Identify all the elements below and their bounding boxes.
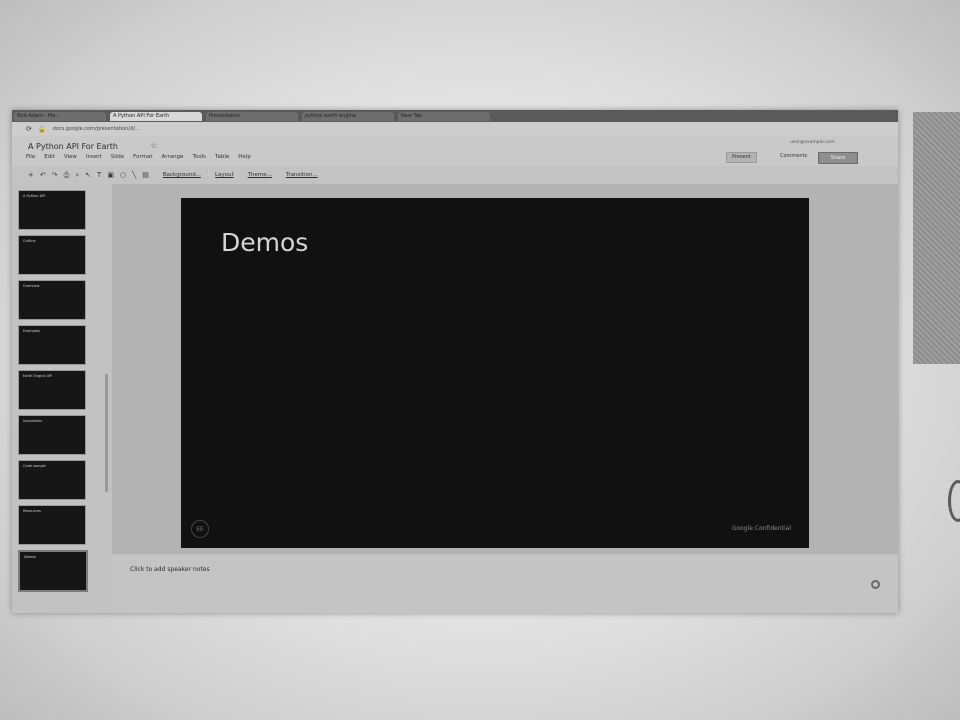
print-icon[interactable]: ⎙ bbox=[64, 171, 70, 180]
slide-thumbnail[interactable]: Outline bbox=[18, 235, 86, 275]
slide-canvas-area: Demos EE Google Confidential bbox=[112, 184, 898, 554]
slide-thumbnail[interactable]: Installation bbox=[18, 415, 86, 455]
thumbnail-title: Examples bbox=[23, 329, 41, 333]
slide-footer: Google Confidential bbox=[731, 525, 791, 532]
menu-file[interactable]: File bbox=[26, 154, 35, 160]
reload-icon[interactable]: ⟳ bbox=[26, 125, 32, 133]
workspace: A Python API Outline Overview Examples E… bbox=[12, 184, 898, 613]
user-account[interactable]: user@example.com bbox=[790, 140, 835, 145]
shape-icon[interactable]: ○ bbox=[120, 171, 126, 179]
speaker-notes-placeholder[interactable]: Click to add speaker notes bbox=[130, 566, 210, 573]
textbox-icon[interactable]: T bbox=[97, 171, 101, 179]
app-header: A Python API For Earth ☆ user@example.co… bbox=[12, 136, 898, 166]
browser-tab[interactable]: New Tab bbox=[398, 111, 490, 121]
menu-tools[interactable]: Tools bbox=[192, 154, 206, 160]
toolbar: + ↶ ↷ ⎙ ⌕ ↖ T ▣ ○ ╲ ▤ Background... Layo… bbox=[12, 166, 898, 184]
thumbnail-title: Demos bbox=[24, 555, 37, 559]
slide-title[interactable]: Demos bbox=[221, 228, 308, 257]
layout-button[interactable]: Layout bbox=[215, 172, 234, 178]
browser-tab[interactable]: python earth engine bbox=[302, 111, 394, 121]
menu-view[interactable]: View bbox=[64, 154, 77, 160]
address-bar: ⟳ 🔒 docs.google.com/presentation/d/... bbox=[12, 122, 898, 136]
slide-thumbnail[interactable]: Examples bbox=[18, 325, 86, 365]
speaker-notes-panel[interactable]: Click to add speaker notes bbox=[112, 554, 898, 613]
menu-help[interactable]: Help bbox=[238, 154, 251, 160]
menu-format[interactable]: Format bbox=[133, 154, 152, 160]
slide-filmstrip[interactable]: A Python API Outline Overview Examples E… bbox=[12, 184, 112, 613]
transition-button[interactable]: Transition... bbox=[286, 172, 318, 178]
slide-thumbnail[interactable]: Overview bbox=[18, 280, 86, 320]
star-icon[interactable]: ☆ bbox=[150, 141, 157, 150]
thumbnail-title: Earth Engine API bbox=[23, 374, 53, 378]
menu-arrange[interactable]: Arrange bbox=[162, 154, 184, 160]
slide-thumbnail[interactable]: Earth Engine API bbox=[18, 370, 86, 410]
slide-thumbnail[interactable]: Code sample bbox=[18, 460, 86, 500]
logo-icon: EE bbox=[191, 520, 209, 538]
document-title[interactable]: A Python API For Earth bbox=[28, 142, 118, 151]
undo-icon[interactable]: ↶ bbox=[40, 171, 46, 179]
new-slide-icon[interactable]: + bbox=[28, 171, 34, 179]
thumbnail-title: Overview bbox=[23, 284, 40, 288]
filmstrip-scrollbar[interactable] bbox=[105, 374, 108, 492]
menu-slide[interactable]: Slide bbox=[111, 154, 124, 160]
explore-icon[interactable] bbox=[871, 580, 880, 589]
line-icon[interactable]: ╲ bbox=[132, 171, 136, 179]
comment-icon[interactable]: ▤ bbox=[142, 171, 149, 179]
image-icon[interactable]: ▣ bbox=[107, 171, 114, 179]
browser-tab[interactable]: Presentation bbox=[206, 111, 298, 121]
zoom-icon[interactable]: ⌕ bbox=[75, 171, 79, 180]
browser-tab[interactable]: Bolt-Adam - Ma... bbox=[14, 111, 106, 121]
slide-thumbnail[interactable]: Resources bbox=[18, 505, 86, 545]
curve-mark bbox=[948, 480, 960, 522]
theme-button[interactable]: Theme... bbox=[248, 172, 272, 178]
browser-tab-bar: Bolt-Adam - Ma... A Python API For Earth… bbox=[12, 110, 898, 122]
background-button[interactable]: Background... bbox=[163, 172, 201, 178]
projected-screen: Bolt-Adam - Ma... A Python API For Earth… bbox=[12, 110, 898, 613]
thumbnail-title: Installation bbox=[23, 419, 43, 423]
menu-insert[interactable]: Insert bbox=[86, 154, 102, 160]
present-button[interactable]: Present bbox=[726, 152, 757, 163]
thumbnail-title: Resources bbox=[23, 509, 41, 513]
cursor-icon[interactable]: ↖ bbox=[85, 171, 91, 179]
share-button[interactable]: Share bbox=[818, 152, 858, 164]
lock-icon: 🔒 bbox=[37, 125, 47, 133]
slide-thumbnail[interactable]: A Python API bbox=[18, 190, 86, 230]
thumbnail-title: A Python API bbox=[23, 194, 46, 198]
browser-tab-active[interactable]: A Python API For Earth bbox=[110, 111, 202, 121]
menu-table[interactable]: Table bbox=[215, 154, 229, 160]
menu-bar: File Edit View Insert Slide Format Arran… bbox=[26, 154, 251, 160]
slide-canvas[interactable]: Demos EE Google Confidential bbox=[181, 198, 809, 548]
slide-thumbnail-selected[interactable]: Demos bbox=[18, 550, 88, 592]
side-panel bbox=[913, 112, 960, 364]
redo-icon[interactable]: ↷ bbox=[52, 171, 58, 179]
thumbnail-title: Outline bbox=[23, 239, 36, 243]
thumbnail-title: Code sample bbox=[23, 464, 46, 468]
url-field[interactable]: docs.google.com/presentation/d/... bbox=[53, 126, 140, 132]
comments-button[interactable]: Comments bbox=[780, 153, 807, 159]
menu-edit[interactable]: Edit bbox=[44, 154, 55, 160]
